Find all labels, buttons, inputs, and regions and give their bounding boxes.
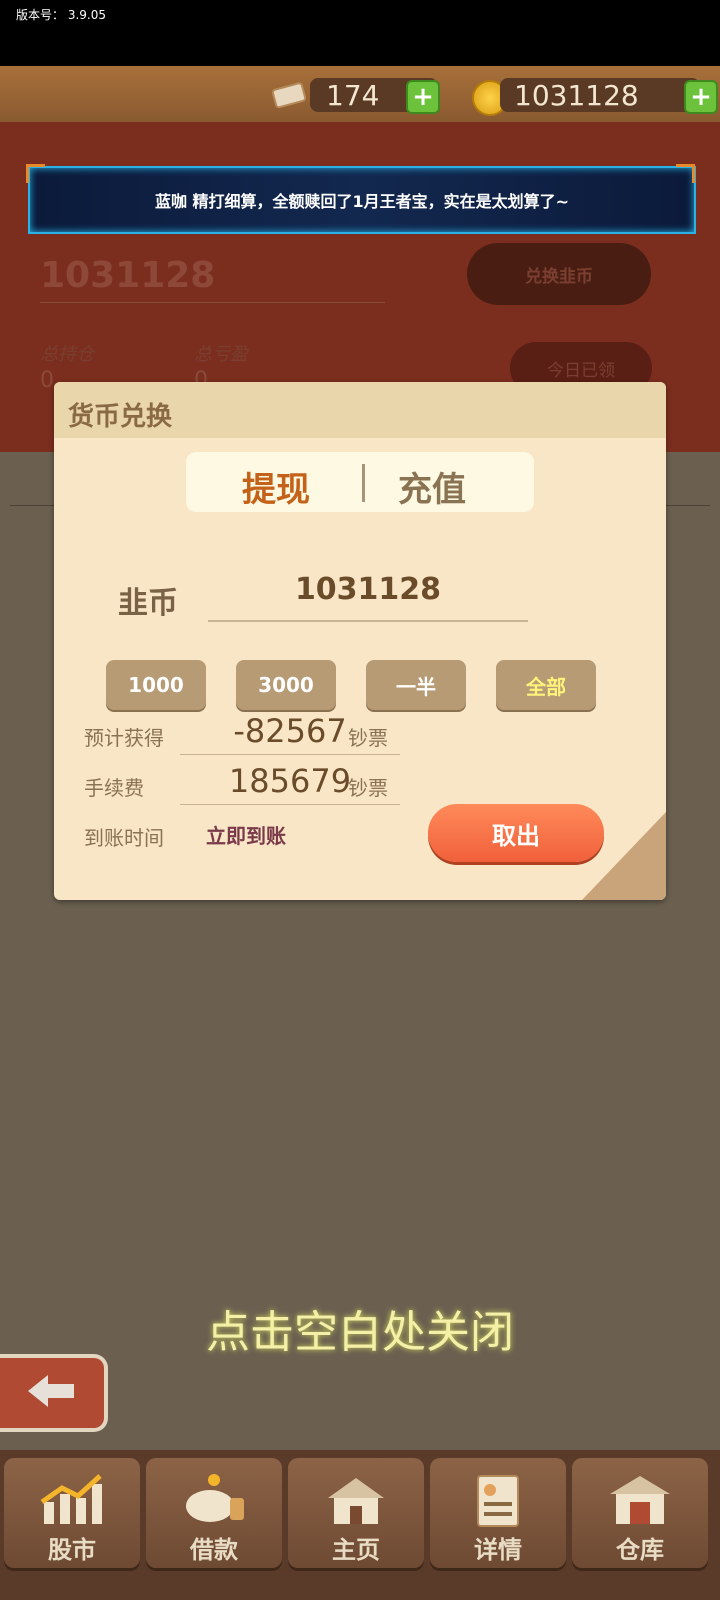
piggy-bank-icon — [180, 1470, 248, 1530]
pl-label: 总亏盈 — [194, 344, 248, 365]
tab-divider — [362, 464, 365, 502]
expected-unit: 钞票 — [348, 726, 388, 750]
arrival-value: 立即到账 — [206, 824, 286, 848]
back-button[interactable] — [0, 1354, 108, 1432]
tab-recharge[interactable]: 充值 — [398, 462, 466, 511]
nav-detail-label: 详情 — [474, 1536, 522, 1564]
amount-underline — [208, 620, 528, 622]
quick-1000-button[interactable]: 1000 — [106, 660, 206, 710]
coin-count: 1031128 — [500, 78, 700, 112]
nav-home-label: 主页 — [332, 1536, 380, 1564]
quick-all-button[interactable]: 全部 — [496, 660, 596, 710]
version-text: 版本号： 3.9.05 — [16, 6, 106, 23]
expected-underline — [180, 754, 400, 755]
hold-label: 总持仓 — [40, 344, 94, 365]
balance-underline — [40, 302, 385, 303]
nav-loan-label: 借款 — [190, 1536, 238, 1564]
exchange-tabs: 提现 充值 — [186, 452, 534, 512]
warehouse-icon — [606, 1470, 674, 1530]
amount-input[interactable]: 1031128 — [208, 572, 528, 607]
ticket-icon — [270, 80, 310, 110]
hold-value: 0 — [40, 368, 54, 393]
nav-stock[interactable]: 股市 — [4, 1458, 140, 1568]
exchange-coin-button[interactable]: 兑换韭币 — [467, 243, 651, 305]
nav-home[interactable]: 主页 — [288, 1458, 424, 1568]
ticket-count-text: 174 — [326, 78, 380, 112]
fee-underline — [180, 804, 400, 805]
arrow-left-icon — [24, 1371, 80, 1415]
withdraw-button[interactable]: 取出 — [428, 804, 604, 862]
nav-warehouse[interactable]: 仓库 — [572, 1458, 708, 1568]
banner-corner-tl — [26, 164, 45, 183]
currency-label: 韭币 — [118, 586, 178, 621]
profile-doc-icon — [464, 1470, 532, 1530]
nav-detail[interactable]: 详情 — [430, 1458, 566, 1568]
nav-stock-label: 股市 — [48, 1536, 96, 1564]
add-coin-button[interactable]: + — [684, 80, 718, 114]
banner-text: 蓝咖 精打细算，全额赎回了1月王者宝，实在是太划算了~ — [154, 192, 570, 211]
tab-withdraw[interactable]: 提现 — [242, 462, 310, 511]
banner-corner-tr — [676, 164, 695, 183]
coin-count-text: 1031128 — [514, 78, 639, 112]
fee-label: 手续费 — [84, 776, 144, 800]
news-banner: 蓝咖 精打细算，全额赎回了1月王者宝，实在是太划算了~ — [28, 166, 696, 234]
currency-exchange-dialog: 货币兑换 提现 充值 韭币 1031128 1000 3000 一半 全部 预计… — [54, 382, 666, 900]
quick-3000-button[interactable]: 3000 — [236, 660, 336, 710]
add-ticket-button[interactable]: + — [406, 80, 440, 114]
balance-bg: 1031128 — [40, 255, 216, 296]
home-icon — [322, 1470, 390, 1530]
version-number: 3.9.05 — [67, 8, 107, 22]
stock-chart-icon — [38, 1470, 106, 1530]
version-label: 版本号： — [16, 8, 65, 22]
fee-unit: 钞票 — [348, 776, 388, 800]
expected-label: 预计获得 — [84, 726, 164, 750]
dialog-title: 货币兑换 — [68, 402, 173, 432]
arrival-label: 到账时间 — [84, 826, 164, 850]
nav-loan[interactable]: 借款 — [146, 1458, 282, 1568]
dialog-corner-decoration — [582, 812, 666, 900]
close-hint-text[interactable]: 点击空白处关闭 — [0, 1296, 720, 1360]
nav-warehouse-label: 仓库 — [616, 1536, 664, 1564]
quick-half-button[interactable]: 一半 — [366, 660, 466, 710]
